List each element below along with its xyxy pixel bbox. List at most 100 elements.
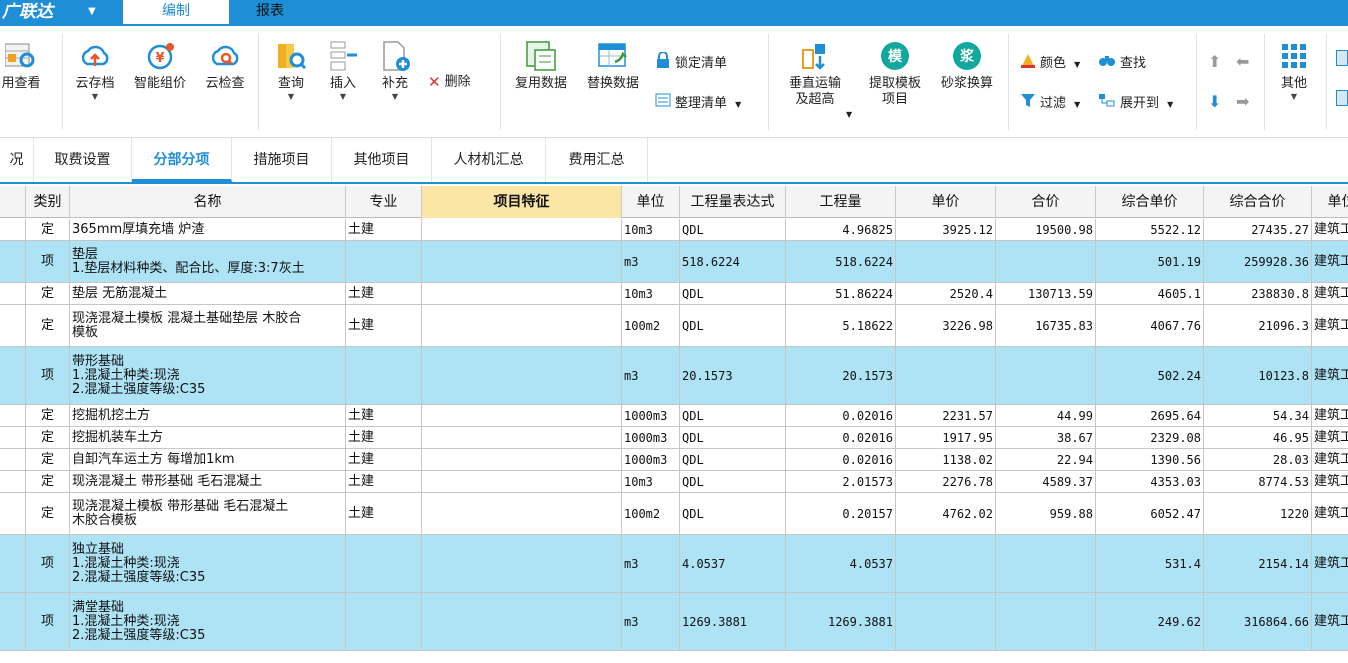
move-up-arrow-icon[interactable]: ⬆: [1208, 52, 1221, 71]
composite-unit-price-cell[interactable]: 4067.76: [1096, 305, 1204, 346]
major-cell[interactable]: 土建: [346, 405, 422, 426]
category-cell[interactable]: 定: [26, 405, 70, 426]
insert-button[interactable]: 插入 ▼: [320, 40, 366, 102]
row-number-cell[interactable]: [0, 305, 26, 346]
quantity-cell[interactable]: 2.01573: [786, 471, 896, 492]
total-price-cell[interactable]: 130713.59: [996, 283, 1096, 304]
tab-report[interactable]: 报表: [240, 0, 300, 24]
header-features[interactable]: 项目特征: [422, 186, 622, 218]
composite-unit-price-cell[interactable]: 2329.08: [1096, 427, 1204, 448]
major-cell[interactable]: 土建: [346, 449, 422, 470]
tab-fee-summary[interactable]: 费用汇总: [546, 138, 648, 182]
expression-cell[interactable]: 20.1573: [680, 347, 786, 404]
table-row-list-item[interactable]: 项 独立基础 1.混凝土种类:现浇 2.混凝土强度等级:C35 m3 4.0537 4.…: [0, 535, 1348, 593]
category-cell[interactable]: 项: [26, 535, 70, 592]
expression-cell[interactable]: QDL: [680, 493, 786, 534]
vertical-transport-chevron-down-icon[interactable]: ▼: [846, 110, 852, 119]
name-cell[interactable]: 独立基础 1.混凝土种类:现浇 2.混凝土强度等级:C35: [70, 535, 346, 592]
tab-edit[interactable]: 编制: [123, 0, 229, 24]
row-number-cell[interactable]: [0, 493, 26, 534]
quantity-cell[interactable]: 0.02016: [786, 449, 896, 470]
table-row-quota[interactable]: 定 现浇混凝土模板 混凝土基础垫层 木胶合 模板 土建 100m2 QDL 5.18622…: [0, 305, 1348, 347]
header-name[interactable]: 名称: [70, 186, 346, 218]
table-row-list-item[interactable]: 项 带形基础 1.混凝土种类:现浇 2.混凝土强度等级:C35 m3 20.1573 2…: [0, 347, 1348, 405]
extract-template-button[interactable]: 模 提取模板 项目: [860, 40, 930, 108]
feature-cell[interactable]: [422, 219, 622, 240]
header-total-price[interactable]: 合价: [996, 186, 1096, 218]
unit-price-cell[interactable]: 2520.4: [896, 283, 996, 304]
row-number-cell[interactable]: [0, 219, 26, 240]
name-cell[interactable]: 365mm厚填充墙 炉渣: [70, 219, 346, 240]
unit-price-cell[interactable]: 4762.02: [896, 493, 996, 534]
category-cell[interactable]: 项: [26, 347, 70, 404]
category-cell[interactable]: 定: [26, 427, 70, 448]
unit-price-cell[interactable]: [896, 347, 996, 404]
major-cell[interactable]: [346, 241, 422, 282]
unit-price-cell[interactable]: [896, 593, 996, 650]
table-row-list-item[interactable]: 项 垫层 1.垫层材料种类、配合比、厚度:3:7灰土 m3 518.6224 518.6…: [0, 241, 1348, 283]
composite-total-cell[interactable]: 46.95: [1204, 427, 1312, 448]
major-cell[interactable]: 土建: [346, 219, 422, 240]
feature-cell[interactable]: [422, 535, 622, 592]
total-price-cell[interactable]: 16735.83: [996, 305, 1096, 346]
header-composite-unit-price[interactable]: 综合单价: [1096, 186, 1204, 218]
composite-unit-price-cell[interactable]: 2695.64: [1096, 405, 1204, 426]
fee-unit-cell[interactable]: 建筑工: [1312, 471, 1348, 492]
row-number-cell[interactable]: [0, 427, 26, 448]
unit-cell[interactable]: 100m2: [622, 493, 680, 534]
name-cell[interactable]: 现浇混凝土模板 带形基础 毛石混凝土 木胶合模板: [70, 493, 346, 534]
major-cell[interactable]: 土建: [346, 283, 422, 304]
expression-cell[interactable]: 4.0537: [680, 535, 786, 592]
row-number-cell[interactable]: [0, 471, 26, 492]
unit-price-cell[interactable]: [896, 241, 996, 282]
expression-cell[interactable]: 518.6224: [680, 241, 786, 282]
major-cell[interactable]: 土建: [346, 471, 422, 492]
tab-labor-material-summary[interactable]: 人材机汇总: [432, 138, 546, 182]
major-cell[interactable]: 土建: [346, 305, 422, 346]
expand-to-button[interactable]: 展开到 ▼: [1098, 92, 1173, 112]
feature-cell[interactable]: [422, 241, 622, 282]
unit-cell[interactable]: m3: [622, 241, 680, 282]
total-price-cell[interactable]: 22.94: [996, 449, 1096, 470]
header-category[interactable]: 类别: [26, 186, 70, 218]
unit-cell[interactable]: m3: [622, 535, 680, 592]
unit-price-cell[interactable]: 1917.95: [896, 427, 996, 448]
arrange-list-chevron-down-icon[interactable]: ▼: [735, 100, 741, 109]
row-number-cell[interactable]: [0, 449, 26, 470]
filter-button[interactable]: 过滤 ▼: [1020, 92, 1080, 112]
cloud-check-button[interactable]: 云检查: [198, 40, 252, 92]
category-cell[interactable]: 定: [26, 219, 70, 240]
find-button[interactable]: 查找: [1098, 52, 1146, 72]
quantity-cell[interactable]: 0.20157: [786, 493, 896, 534]
fee-unit-cell[interactable]: 建筑工: [1312, 449, 1348, 470]
total-price-cell[interactable]: 38.67: [996, 427, 1096, 448]
unit-cell[interactable]: 10m3: [622, 219, 680, 240]
composite-total-cell[interactable]: 259928.36: [1204, 241, 1312, 282]
expression-cell[interactable]: 1269.3881: [680, 593, 786, 650]
quantity-cell[interactable]: 518.6224: [786, 241, 896, 282]
composite-total-cell[interactable]: 10123.8: [1204, 347, 1312, 404]
category-cell[interactable]: 项: [26, 593, 70, 650]
category-cell[interactable]: 定: [26, 305, 70, 346]
feature-cell[interactable]: [422, 493, 622, 534]
unit-cell[interactable]: m3: [622, 593, 680, 650]
composite-unit-price-cell[interactable]: 249.62: [1096, 593, 1204, 650]
composite-unit-price-cell[interactable]: 4605.1: [1096, 283, 1204, 304]
table-row-quota[interactable]: 定 自卸汽车运土方 每增加1km 土建 1000m3 QDL 0.02016 1138.02…: [0, 449, 1348, 471]
app-menu-chevron-down-icon[interactable]: ▼: [88, 0, 96, 24]
table-row-quota[interactable]: 定 现浇混凝土模板 带形基础 毛石混凝土 木胶合模板 土建 100m2 QDL 0.201…: [0, 493, 1348, 535]
total-price-cell[interactable]: 4589.37: [996, 471, 1096, 492]
expression-cell[interactable]: QDL: [680, 427, 786, 448]
unit-cell[interactable]: 1000m3: [622, 405, 680, 426]
tab-measure-items[interactable]: 措施项目: [232, 138, 332, 182]
quantity-cell[interactable]: 1269.3881: [786, 593, 896, 650]
quantity-cell[interactable]: 4.96825: [786, 219, 896, 240]
expand-to-chevron-down-icon[interactable]: ▼: [1167, 100, 1173, 109]
composite-unit-price-cell[interactable]: 531.4: [1096, 535, 1204, 592]
quantity-cell[interactable]: 51.86224: [786, 283, 896, 304]
smart-price-button[interactable]: ¥ 智能组价: [128, 40, 192, 92]
unit-cell[interactable]: 10m3: [622, 471, 680, 492]
move-left-arrow-icon[interactable]: ⬅: [1236, 52, 1249, 71]
row-number-cell[interactable]: [0, 535, 26, 592]
vertical-transport-button[interactable]: 垂直运输 及超高: [780, 40, 850, 108]
